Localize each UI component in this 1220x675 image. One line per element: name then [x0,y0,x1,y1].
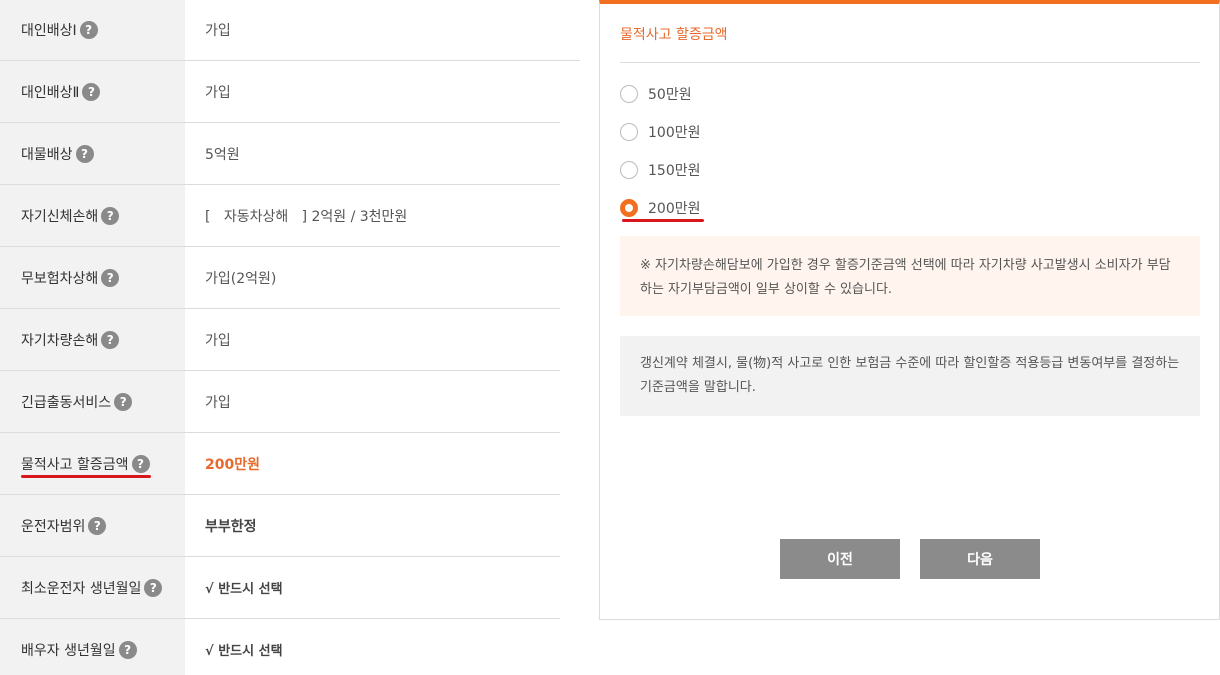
radio-option-100[interactable]: 100만원 [620,122,700,142]
radio-button[interactable] [620,161,638,179]
label-text: 배우자 생년월일 [21,642,116,659]
label-text: 긴급출동서비스 [21,394,112,411]
coverage-table: 대인배상Ⅰ? 가입 대인배상Ⅱ? 가입 대물배상? 5억원 자기신체손해? [ … [0,0,560,675]
coverage-row-own-vehicle: 자기차량손해? 가입 [0,309,560,371]
label-text: 무보험차상해 [21,270,99,287]
coverage-label: 대물배상? [0,123,185,184]
radio-option-200[interactable]: 200만원 [620,198,700,218]
coverage-row-spouse-birth: 배우자 생년월일? √ 반드시 선택 [0,619,560,675]
description-box: 갱신계약 체결시, 물(物)적 사고로 인한 보험금 수준에 따라 할인할증 적… [620,336,1200,416]
coverage-row-personal-injury: 자기신체손해? [ 자동차상해 ] 2억원 / 3천만원 [0,185,560,247]
help-icon[interactable]: ? [114,392,133,411]
coverage-label: 자기차량손해? [0,309,185,370]
help-icon[interactable]: ? [101,206,120,225]
panel-title: 물적사고 할증금액 [620,27,728,43]
coverage-value: 가입(2억원) [205,270,277,287]
prev-button[interactable]: 이전 [780,539,900,579]
help-icon[interactable]: ? [144,578,163,597]
label-text: 대물배상 [21,146,73,163]
radio-button-selected[interactable] [620,199,638,217]
divider [0,60,580,61]
label-text: 대인배상Ⅱ [21,84,80,101]
coverage-option-selector[interactable]: [ 자동차상해 ] [205,206,307,226]
label-text: 대인배상Ⅰ [21,23,77,39]
selection-underline [622,219,704,222]
next-button[interactable]: 다음 [920,539,1040,579]
coverage-label: 배우자 생년월일? [0,619,185,675]
help-icon[interactable]: ? [118,640,137,659]
label-text: 최소운전자 생년월일 [21,580,142,597]
radio-button[interactable] [620,85,638,103]
radio-option-150[interactable]: 150만원 [620,160,700,180]
help-icon[interactable]: ? [79,21,98,39]
coverage-label: 무보험차상해? [0,247,185,308]
coverage-label: 물적사고 할증금액? [0,433,185,494]
coverage-row-emergency-service: 긴급출동서비스? 가입 [0,371,560,433]
help-icon[interactable]: ? [88,516,107,535]
help-icon[interactable]: ? [75,144,94,163]
coverage-value: 200만원 [205,456,260,473]
radio-label: 100만원 [648,125,701,141]
help-icon[interactable]: ? [82,82,101,101]
label-text: 운전자범위 [21,518,86,535]
coverage-amount: 2억원 / 3천만원 [311,208,408,225]
help-icon[interactable]: ? [131,454,150,473]
coverage-label: 대인배상Ⅱ? [0,61,185,122]
coverage-label: 운전자범위? [0,495,185,556]
radio-label: 50만원 [648,87,692,103]
coverage-row-property-damage: 대물배상? 5억원 [0,123,560,185]
coverage-value: 부부한정 [205,518,257,535]
help-icon[interactable]: ? [101,268,120,287]
coverage-value: [ 자동차상해 ] 2억원 / 3천만원 [185,185,560,246]
coverage-label: 긴급출동서비스? [0,371,185,432]
coverage-row-driver-scope: 운전자범위? 부부한정 [0,495,560,557]
help-icon[interactable]: ? [101,330,120,349]
label-text: 자기신체손해 [21,208,99,225]
coverage-label: 최소운전자 생년월일? [0,557,185,618]
notice-box: ※ 자기차량손해담보에 가입한 경우 할증기준금액 선택에 따라 자기차량 사고… [620,236,1200,316]
radio-option-50[interactable]: 50만원 [620,84,692,104]
radio-button[interactable] [620,123,638,141]
label-text: 물적사고 할증금액 [21,456,129,473]
coverage-value: 가입 [205,332,231,349]
coverage-label: 대인배상Ⅰ? [0,0,185,60]
radio-label: 200만원 [648,201,701,217]
coverage-value: 가입 [205,84,231,101]
coverage-label: 자기신체손해? [0,185,185,246]
coverage-value: 가입 [205,23,231,39]
radio-label: 150만원 [648,163,701,179]
divider [620,62,1200,63]
coverage-row-min-driver-birth: 최소운전자 생년월일? √ 반드시 선택 [0,557,560,619]
coverage-value[interactable]: √ 반드시 선택 [185,557,560,618]
coverage-row-bodily-injury-1: 대인배상Ⅰ? 가입 [0,0,560,61]
surcharge-option-panel: 물적사고 할증금액 50만원 100만원 150만원 200만원 ※ 자기차량손… [599,0,1220,620]
coverage-row-bodily-injury-2: 대인배상Ⅱ? 가입 [0,61,560,123]
coverage-value: 가입 [205,394,231,411]
coverage-row-property-surcharge[interactable]: 물적사고 할증금액? 200만원 [0,433,560,495]
coverage-row-uninsured-motorist: 무보험차상해? 가입(2억원) [0,247,560,309]
coverage-value[interactable]: √ 반드시 선택 [185,619,560,675]
label-text: 자기차량손해 [21,332,99,349]
coverage-value: 5억원 [205,146,240,163]
